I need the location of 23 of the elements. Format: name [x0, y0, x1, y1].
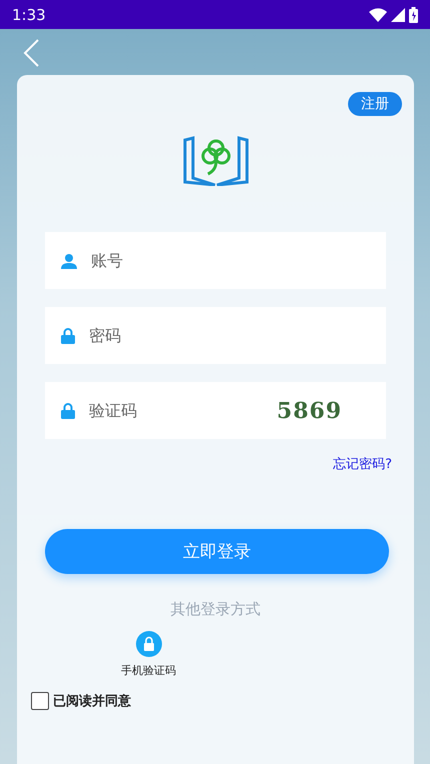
lock-icon: [61, 402, 75, 418]
status-time: 1:33: [12, 6, 46, 24]
forgot-password-link[interactable]: 忘记密码?: [333, 455, 392, 473]
account-field[interactable]: 账号: [45, 232, 386, 289]
other-login-title: 其他登录方式: [170, 600, 260, 619]
account-input[interactable]: 账号: [89, 250, 370, 271]
phone-code-login-button[interactable]: 手机验证码: [121, 631, 176, 678]
captcha-field[interactable]: 验证码 5869: [45, 382, 386, 439]
captcha-input[interactable]: 验证码: [87, 400, 277, 421]
user-icon: [61, 252, 77, 268]
register-button[interactable]: 注册: [348, 92, 402, 116]
book-logo-drawing: [180, 136, 250, 186]
agree-checkbox[interactable]: [31, 692, 49, 710]
agreement-text: 已阅读并同意: [53, 692, 131, 710]
battery-icon: [409, 6, 418, 22]
signal-icon: [391, 8, 405, 22]
captcha-image[interactable]: 5869: [276, 398, 342, 424]
password-field[interactable]: 密码: [45, 307, 386, 364]
lock-icon: [136, 631, 162, 657]
lock-icon: [61, 328, 75, 344]
password-input[interactable]: 密码: [87, 325, 370, 346]
wifi-icon: [369, 8, 387, 22]
login-button[interactable]: 立即登录: [45, 529, 389, 574]
